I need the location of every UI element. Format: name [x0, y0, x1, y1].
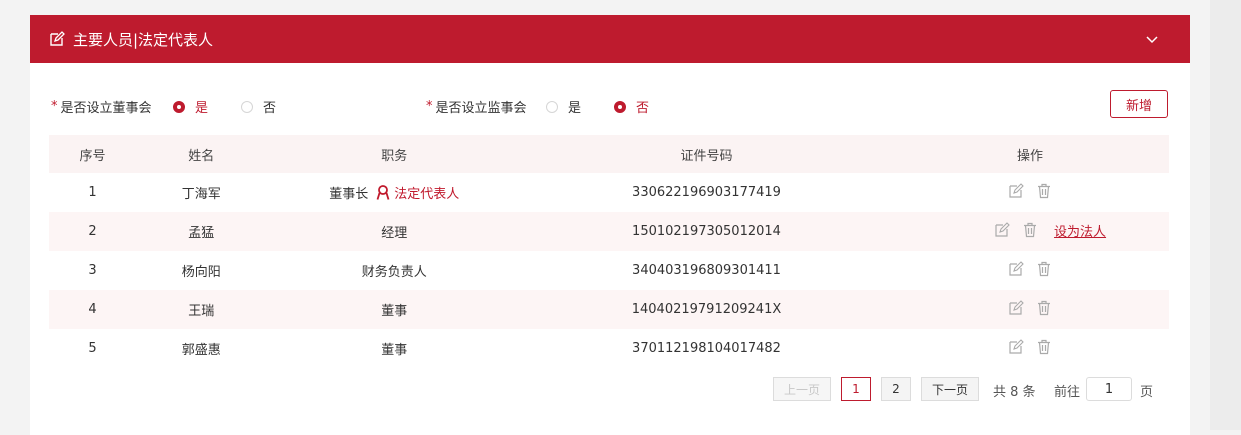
board-yes-radio[interactable]: 是 [173, 97, 208, 116]
row-operations [891, 329, 1169, 368]
col-id-number: 证件号码 [521, 135, 892, 173]
total-count: 共 8 条 [993, 385, 1036, 400]
edit-icon[interactable] [994, 222, 1010, 238]
row-index: 4 [49, 290, 137, 329]
row-duty: 董事长 法定代表人 [267, 173, 522, 212]
row-duty: 经理 [266, 212, 522, 251]
board-no-radio[interactable]: 否 [241, 97, 276, 116]
add-button[interactable]: 新增 [1110, 90, 1168, 118]
page-unit-label: 页 [1140, 385, 1154, 400]
prev-page-button[interactable]: 上一页 [773, 377, 831, 401]
col-duty: 职务 [266, 135, 522, 173]
table-row: 5 郭盛惠 董事 370112198104017482 [49, 329, 1169, 368]
board-no-label: 否 [263, 101, 277, 116]
page-scroll-gutter [1210, 0, 1241, 430]
goto-page-input[interactable] [1086, 377, 1132, 401]
set-legal-representative-link[interactable]: 设为法人 [1054, 221, 1106, 240]
edit-icon[interactable] [1008, 260, 1024, 277]
table-row: 2 孟猛 经理 150102197305012014 设为法人 [49, 212, 1169, 251]
trash-icon[interactable] [1036, 183, 1052, 199]
board-question-label: 是否设立董事会 [60, 101, 152, 116]
page-2-button[interactable]: 2 [881, 377, 911, 401]
col-name: 姓名 [136, 135, 267, 173]
row-operations [891, 251, 1169, 290]
supervisory-no-label: 否 [636, 101, 650, 116]
setup-options-row: * 是否设立董事会 是 否 * 是否设立监事会 是 否 [30, 93, 1190, 119]
table-row: 3 杨向阳 财务负责人 340403196809301411 [49, 251, 1169, 290]
supervisory-yes-label: 是 [568, 101, 582, 116]
row-duty: 财务负责人 [361, 265, 427, 280]
row-duty: 董事 [381, 343, 408, 358]
supervisory-question-label: 是否设立监事会 [435, 101, 527, 116]
table-row: 1 丁海军 董事长 法定代表人 330622196903177419 [49, 173, 1169, 212]
radio-unchecked[interactable] [546, 100, 558, 113]
row-name: 孟猛 [136, 212, 267, 251]
legal-representative-badge: 法定代表人 [376, 183, 459, 202]
edit-icon[interactable] [1008, 338, 1024, 355]
row-operations [891, 173, 1169, 212]
edit-icon[interactable] [1008, 299, 1024, 316]
panel-title: 主要人员|法定代表人 [73, 30, 214, 49]
row-operations [891, 290, 1169, 329]
radio-checked[interactable] [173, 100, 185, 113]
required-mark: * [426, 99, 433, 114]
board-yes-label: 是 [195, 101, 209, 116]
supervisory-no-radio[interactable]: 否 [614, 97, 649, 116]
edit-icon [50, 31, 65, 46]
row-duty: 董事 [266, 290, 522, 329]
trash-icon[interactable] [1036, 261, 1052, 277]
supervisory-question: * 是否设立监事会 [426, 97, 527, 116]
row-id-number: 340403196809301411 [632, 263, 781, 278]
supervisory-yes-radio[interactable]: 是 [546, 97, 581, 116]
main-persons-panel: 主要人员|法定代表人 * 是否设立董事会 是 否 * 是否设立监事会 是 否 新… [30, 15, 1190, 435]
required-mark: * [51, 99, 58, 114]
page-1-button[interactable]: 1 [841, 377, 871, 401]
row-index: 3 [88, 263, 97, 278]
chevron-down-icon[interactable] [1142, 29, 1162, 49]
table-row: 4 王瑞 董事 14040219791209241X [49, 290, 1169, 329]
goto-label: 前往 [1054, 385, 1081, 400]
duty-text: 董事长 [329, 187, 369, 202]
col-operations: 操作 [891, 135, 1169, 173]
row-index: 2 [49, 212, 137, 251]
radio-unchecked[interactable] [241, 100, 253, 113]
persons-table: 序号 姓名 职务 证件号码 操作 1 丁海军 董事长 法定代表人 3306221… [49, 135, 1169, 368]
row-name: 王瑞 [136, 290, 267, 329]
row-name: 丁海军 [181, 187, 221, 202]
row-operations: 设为法人 [891, 212, 1169, 251]
next-page-button[interactable]: 下一页 [921, 377, 979, 401]
board-question: * 是否设立董事会 [51, 97, 152, 116]
person-badge-icon [376, 184, 390, 200]
table-header-row: 序号 姓名 职务 证件号码 操作 [49, 135, 1169, 173]
row-id-number: 14040219791209241X [521, 290, 892, 329]
row-name: 郭盛惠 [181, 343, 221, 358]
trash-icon[interactable] [1036, 300, 1052, 316]
trash-icon[interactable] [1036, 339, 1052, 355]
trash-icon[interactable] [1022, 222, 1038, 238]
row-index: 5 [88, 341, 97, 356]
radio-checked[interactable] [614, 100, 626, 113]
edit-icon[interactable] [1008, 182, 1024, 199]
row-index: 1 [88, 185, 97, 200]
row-id-number: 330622196903177419 [632, 185, 781, 200]
legal-badge-label: 法定代表人 [394, 187, 460, 202]
pagination: 上一页 1 2 下一页 共 8 条 前往 页 [30, 377, 1190, 403]
row-id-number: 370112198104017482 [632, 341, 781, 356]
row-name: 杨向阳 [181, 265, 221, 280]
col-index: 序号 [49, 135, 137, 173]
panel-header[interactable]: 主要人员|法定代表人 [30, 15, 1190, 63]
row-id-number: 150102197305012014 [521, 212, 892, 251]
